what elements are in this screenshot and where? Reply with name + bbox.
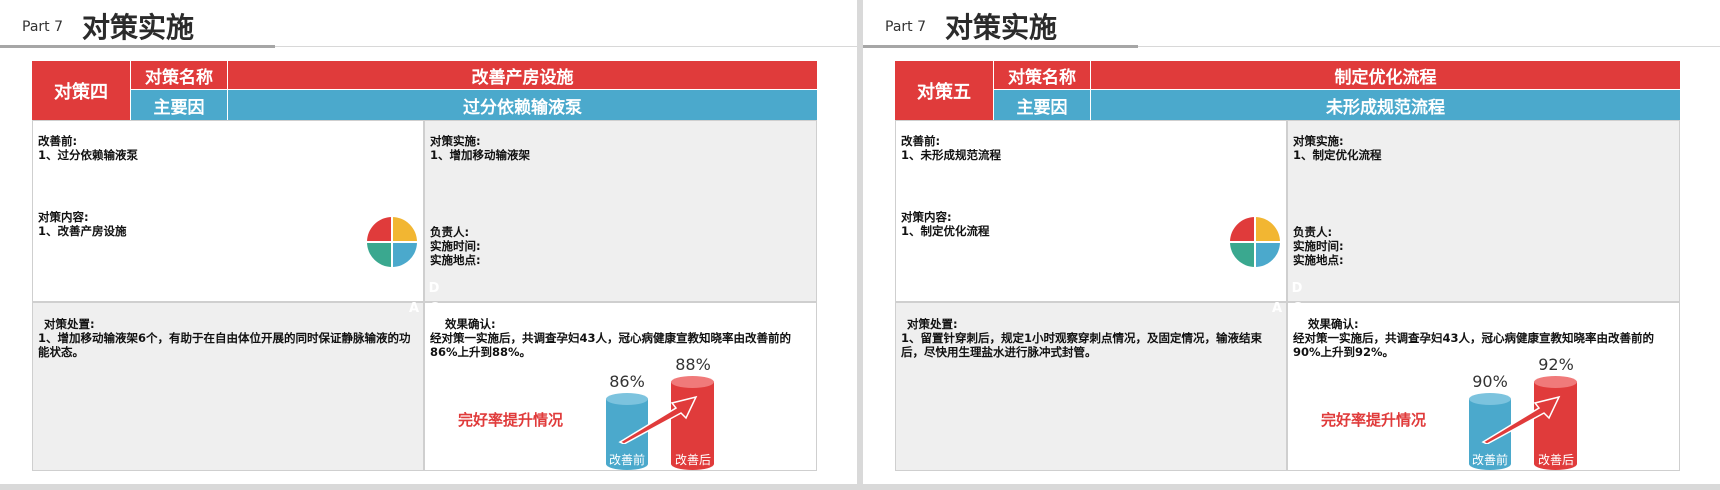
header-accent-line [863,45,1138,48]
part-label: Part 7 [22,19,63,35]
main-cause-label: 主要因 [130,90,227,120]
pdca-a: A [408,301,420,316]
impl-text: 1、制定优化流程 [1293,148,1382,162]
slide-1: Part 7 对策实施 对策四 对策名称 改善产房设施 主要因 过分依赖输液泵 … [0,0,857,490]
owner-label: 负责人: [1293,225,1333,239]
pdca-cycle-icon [1229,216,1281,268]
increase-arrow-icon [1481,395,1561,444]
slide-2: Part 7 对策实施 对策五 对策名称 制定优化流程 主要因 未形成规范流程 … [863,0,1720,490]
content-text: 1、改善产房设施 [38,224,127,238]
time-label: 实施时间: [1293,239,1344,253]
pdca-d: D [428,281,440,296]
before-text: 1、过分依赖输液泵 [38,148,139,162]
bar-after-value: 88% [675,355,711,374]
impl-label: 对策实施: [430,134,481,148]
measure-name-value: 改善产房设施 [227,61,817,89]
main-cause-value: 未形成规范流程 [1090,90,1680,120]
pdca-p: P [409,281,419,296]
handling-label: 对策处置: [44,317,95,331]
bar-before-value: 90% [1472,372,1508,391]
page-title: 对策实施 [82,11,195,44]
handling-cell: 对策处置: 1、增加移动输液架6个，有助于在自由体位开展的同时保证静脉输液的功能… [32,302,424,471]
handling-cell: 对策处置: 1、留置针穿刺后，规定1小时观察穿刺点情况，及固定情况，输液结束后，… [895,302,1287,471]
bar-after-label: 改善后 [1537,453,1574,467]
handling-label: 对策处置: [907,317,958,331]
handling-text: 1、留置针穿刺后，规定1小时观察穿刺点情况，及固定情况，输液结束后，尽快用生理盐… [901,331,1262,359]
content-text: 1、制定优化流程 [901,224,990,238]
pdca-cycle-icon [366,216,418,268]
implementation-cell: 对策实施: 1、增加移动输液架 负责人: 实施时间: 实施地点: [424,120,817,302]
before-label: 改善前: [38,134,78,148]
footer-bar [0,484,857,490]
bar-after-label: 改善后 [674,453,711,467]
part-label: Part 7 [885,19,926,35]
pdca-p: P [1272,281,1282,296]
pdca-c: C [429,301,439,316]
main-cause-value: 过分依赖输液泵 [227,90,817,120]
measure-number: 对策四 [32,61,130,120]
bar-after-value: 92% [1538,355,1574,374]
before-text: 1、未形成规范流程 [901,148,1002,162]
handling-text: 1、增加移动输液架6个，有助于在自由体位开展的同时保证静脉输液的功能状态。 [38,331,411,359]
pdca-a: A [1271,301,1283,316]
measure-number: 对策五 [895,61,993,120]
before-label: 改善前: [901,134,941,148]
owner-label: 负责人: [430,225,470,239]
page-title: 对策实施 [945,11,1058,44]
main-cause-label: 主要因 [993,90,1090,120]
measure-name-label: 对策名称 [130,61,227,89]
increase-arrow-icon [618,395,698,444]
place-label: 实施地点: [430,253,481,267]
pdca-c: C [1292,301,1302,316]
pdca-d: D [1291,281,1303,296]
footer-bar [863,484,1720,490]
content-label: 对策内容: [901,210,952,224]
chart-title: 完好率提升情况 [1321,411,1427,429]
measure-name-label: 对策名称 [993,61,1090,89]
time-label: 实施时间: [430,239,481,253]
place-label: 实施地点: [1293,253,1344,267]
impl-text: 1、增加移动输液架 [430,148,531,162]
implementation-cell: 对策实施: 1、制定优化流程 负责人: 实施时间: 实施地点: [1287,120,1680,302]
bar-before-value: 86% [609,372,645,391]
header-accent-line [0,45,275,48]
bar-before-label: 改善前 [1471,453,1508,467]
confirm-label: 效果确认: [1308,317,1359,331]
confirm-text: 经对策一实施后，共调查孕妇43人，冠心病健康宣教知晓率由改善前的86%上升到88… [430,331,791,359]
confirm-label: 效果确认: [445,317,496,331]
impl-label: 对策实施: [1293,134,1344,148]
content-label: 对策内容: [38,210,89,224]
bar-before-label: 改善前 [608,453,645,467]
chart-title: 完好率提升情况 [458,411,564,429]
before-content-cell: 改善前: 1、未形成规范流程 对策内容: 1、制定优化流程 [895,120,1287,302]
before-content-cell: 改善前: 1、过分依赖输液泵 对策内容: 1、改善产房设施 [32,120,424,302]
measure-name-value: 制定优化流程 [1090,61,1680,89]
confirm-text: 经对策一实施后，共调查孕妇43人，冠心病健康宣教知晓率由改善前的90%上升到92… [1293,331,1654,359]
